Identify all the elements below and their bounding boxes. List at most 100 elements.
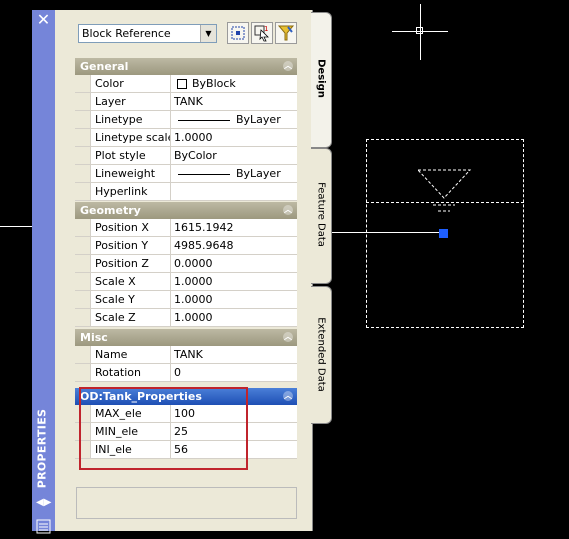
properties-menu-icon[interactable] (36, 519, 51, 534)
property-label: MIN_ele (90, 423, 171, 440)
tank-triangle-symbol (416, 169, 472, 212)
property-label: Plot style (90, 147, 171, 164)
description-area (76, 487, 297, 519)
section-od-header[interactable]: OD:Tank_Properties ︿ (75, 388, 297, 405)
autohide-icon[interactable]: ◀▶ (36, 497, 51, 509)
property-label: Scale X (90, 273, 171, 290)
property-value[interactable]: 1.0000 (171, 309, 297, 326)
property-row-hyperlink[interactable]: Hyperlink (75, 183, 297, 201)
property-value[interactable]: 1.0000 (171, 291, 297, 308)
collapse-icon[interactable]: ︿ (283, 332, 293, 342)
property-row-linetype[interactable]: Linetype ByLayer (75, 111, 297, 129)
property-value[interactable]: ByBlock (171, 75, 297, 92)
property-value[interactable]: 56 (171, 441, 297, 458)
property-label: Scale Z (90, 309, 171, 326)
property-value[interactable]: TANK (171, 346, 297, 363)
property-value-text: ByBlock (192, 77, 236, 90)
property-value-text: ByLayer (236, 167, 281, 180)
property-row-scale-z[interactable]: Scale Z 1.0000 (75, 309, 297, 327)
color-swatch-icon (177, 79, 187, 89)
property-value[interactable]: ByLayer (171, 111, 297, 128)
select-objects-icon (231, 26, 245, 40)
collapse-icon[interactable]: ︿ (283, 61, 293, 71)
property-row-position-y[interactable]: Position Y 4985.9648 (75, 237, 297, 255)
property-label: Position Z (90, 255, 171, 272)
property-row-scale-y[interactable]: Scale Y 1.0000 (75, 291, 297, 309)
property-value[interactable]: 1.0000 (171, 273, 297, 290)
property-value[interactable]: 4985.9648 (171, 237, 297, 254)
property-label: INI_ele (90, 441, 171, 458)
property-row-min-ele[interactable]: MIN_ele 25 (75, 423, 297, 441)
tab-feature-data-label: Feature Data (315, 182, 327, 247)
section-misc-header[interactable]: Misc ︿ (75, 329, 297, 346)
tab-design[interactable]: Design (311, 12, 332, 148)
property-label: Linetype scale (90, 129, 171, 146)
select-objects-button[interactable] (227, 22, 249, 44)
property-row-name[interactable]: Name TANK (75, 346, 297, 364)
object-type-dropdown[interactable]: Block Reference ▼ (78, 24, 217, 43)
section-od-tank-properties: OD:Tank_Properties ︿ MAX_ele 100 MIN_ele 2… (75, 388, 297, 459)
property-label: Position Y (90, 237, 171, 254)
property-label: Position X (90, 219, 171, 236)
section-geometry-header[interactable]: Geometry ︿ (75, 202, 297, 219)
linetype-sample-icon (178, 119, 230, 121)
palette-title-strip[interactable]: ✕ PROPERTIES ◀▶ (30, 10, 57, 534)
property-row-plot-style[interactable]: Plot style ByColor (75, 147, 297, 165)
tab-design-label: Design (315, 59, 327, 98)
pickadd-toggle-icon: 1 (254, 25, 269, 42)
section-title: Geometry (80, 204, 141, 217)
collapse-icon[interactable]: ︿ (283, 205, 293, 215)
property-value[interactable]: 1615.1942 (171, 219, 297, 236)
crosshair-left-stub (0, 226, 32, 227)
section-title: Misc (80, 331, 108, 344)
section-geometry: Geometry ︿ Position X 1615.1942 Position … (75, 202, 297, 327)
property-row-scale-x[interactable]: Scale X 1.0000 (75, 273, 297, 291)
chevron-down-icon[interactable]: ▼ (200, 25, 216, 42)
property-row-color[interactable]: Color ByBlock (75, 75, 297, 93)
quick-select-icon (277, 25, 295, 41)
section-misc: Misc ︿ Name TANK Rotation 0 (75, 329, 297, 382)
property-label: Layer (90, 93, 171, 110)
property-row-rotation[interactable]: Rotation 0 (75, 364, 297, 382)
property-value[interactable]: 0.0000 (171, 255, 297, 272)
property-row-ini-ele[interactable]: INI_ele 56 (75, 441, 297, 459)
property-label: Scale Y (90, 291, 171, 308)
property-value[interactable]: ByColor (171, 147, 297, 164)
leader-line (330, 232, 439, 233)
palette-title-text: PROPERTIES (35, 408, 49, 489)
property-value[interactable] (171, 183, 297, 200)
section-title: General (80, 60, 129, 73)
property-value[interactable]: 100 (171, 405, 297, 422)
object-type-value: Block Reference (82, 27, 171, 40)
property-value[interactable]: 0 (171, 364, 297, 381)
property-row-position-z[interactable]: Position Z 0.0000 (75, 255, 297, 273)
collapse-icon[interactable]: ︿ (283, 391, 293, 401)
pickadd-toggle-button[interactable]: 1 (251, 22, 273, 44)
section-general-header[interactable]: General ︿ (75, 58, 297, 75)
property-row-position-x[interactable]: Position X 1615.1942 (75, 219, 297, 237)
property-label: MAX_ele (90, 405, 171, 422)
property-label: Color (90, 75, 171, 92)
section-general: General ︿ Color ByBlock Layer TANK Linetyp… (75, 58, 297, 201)
quick-select-button[interactable] (275, 22, 297, 44)
property-value[interactable]: ByLayer (171, 165, 297, 182)
property-value-text: ByLayer (236, 113, 281, 126)
property-value[interactable]: 25 (171, 423, 297, 440)
section-title: OD:Tank_Properties (80, 390, 202, 403)
tab-extended-data-label: Extended Data (315, 317, 327, 392)
property-value[interactable]: TANK (171, 93, 297, 110)
tab-feature-data[interactable]: Feature Data (311, 148, 332, 284)
lineweight-sample-icon (178, 173, 230, 175)
insertion-grip[interactable] (439, 229, 448, 238)
property-value[interactable]: 1.0000 (171, 129, 297, 146)
tab-extended-data[interactable]: Extended Data (311, 286, 332, 424)
property-label: Name (90, 346, 171, 363)
property-row-layer[interactable]: Layer TANK (75, 93, 297, 111)
property-label: Hyperlink (90, 183, 171, 200)
svg-text:1: 1 (264, 25, 268, 33)
palette-title: PROPERTIES (30, 408, 57, 492)
property-row-linetype-scale[interactable]: Linetype scale 1.0000 (75, 129, 297, 147)
close-icon[interactable]: ✕ (36, 12, 51, 28)
property-row-max-ele[interactable]: MAX_ele 100 (75, 405, 297, 423)
property-row-lineweight[interactable]: Lineweight ByLayer (75, 165, 297, 183)
